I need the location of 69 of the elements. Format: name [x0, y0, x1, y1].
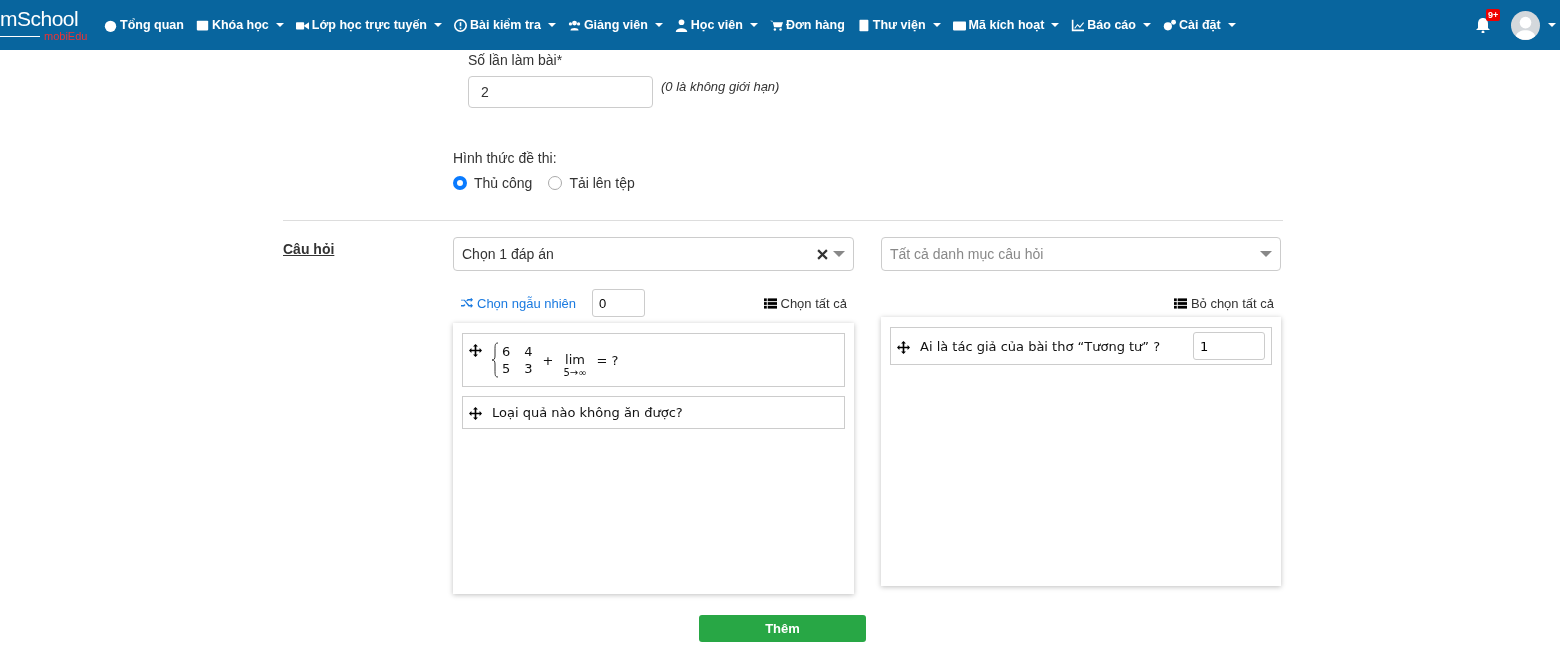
nav-menu-item[interactable]: Tổng quan — [104, 18, 184, 32]
nav-menu-item[interactable]: Cài đặt — [1162, 18, 1236, 32]
bell-icon — [1475, 17, 1491, 33]
caret-icon — [1227, 23, 1236, 27]
users-icon — [567, 18, 581, 32]
clear-icon — [817, 248, 828, 260]
nav-menu-item[interactable]: Mã kích hoạt — [952, 18, 1060, 32]
radio-button[interactable] — [453, 176, 467, 190]
limit-subscript: 5→∞ — [563, 367, 587, 378]
field-label: Hình thức đề thi: — [453, 150, 558, 166]
brace-icon — [492, 342, 499, 378]
nav-menu-item[interactable]: Lớp học trực tuyến — [295, 18, 442, 32]
question-item[interactable]: 6 4 5 3 + lim 5→∞ = ? — [462, 333, 845, 387]
random-select-link[interactable]: Chọn ngẫu nhiên — [461, 295, 577, 311]
user-icon — [674, 18, 688, 32]
add-button[interactable]: Thêm — [699, 615, 866, 642]
hint-text: (0 là không giới hạn) — [661, 78, 780, 94]
nav-menu-item[interactable]: Báo cáo — [1071, 18, 1151, 32]
caret-icon — [275, 23, 284, 27]
input-field[interactable]: 2 — [468, 76, 653, 108]
caret-icon — [749, 23, 758, 27]
radio-label: Thủ công — [474, 175, 533, 191]
limit-text: lim — [565, 352, 585, 367]
matrix-entry: 3 — [524, 361, 533, 376]
nav-menu-item[interactable]: Đơn hàng — [769, 18, 845, 32]
notification-badge: 9+ — [1486, 9, 1501, 21]
input-field[interactable]: 0 — [592, 289, 646, 317]
caret-icon — [1548, 23, 1556, 27]
dropdown-select[interactable]: Chọn 1 đáp án — [453, 237, 854, 271]
deselect-all-button[interactable]: Bỏ chọn tất cả — [1173, 295, 1274, 311]
radio-label: Tải lên tệp — [569, 175, 635, 191]
caret-icon — [833, 251, 845, 257]
caret-icon — [1051, 23, 1060, 27]
line-chart-icon — [1071, 18, 1085, 32]
shuffle-icon — [461, 297, 473, 309]
nav-menu-item[interactable]: Thư viện — [856, 18, 941, 32]
score-field[interactable]: 1 — [1193, 332, 1265, 360]
field-label: Số lần làm bài* — [467, 52, 564, 68]
caret-icon — [1260, 251, 1272, 257]
math-operator: + — [542, 352, 554, 368]
matrix-entry: 5 — [502, 361, 511, 376]
nav-menu-item[interactable]: Bài kiểm tra — [454, 18, 556, 32]
question-text: Loại quả nào không ăn được? — [492, 405, 683, 420]
caret-icon — [654, 23, 663, 27]
question-text: Ai là tác giả của bài thơ “Tương tư” ? — [920, 338, 1162, 354]
cart-icon — [769, 18, 783, 32]
radio-button[interactable] — [548, 176, 563, 190]
caret-icon — [547, 23, 556, 27]
avatar-icon — [1511, 10, 1540, 40]
question-item[interactable]: Loại quả nào không ăn được? — [462, 396, 845, 429]
caret-icon — [932, 23, 941, 27]
nav-menu-item[interactable]: Giảng viên — [567, 18, 663, 32]
move-icon — [469, 407, 482, 420]
question-item[interactable]: Ai là tác giả của bài thơ “Tương tư” ? 1 — [890, 327, 1272, 365]
move-icon — [897, 340, 910, 354]
move-icon — [469, 344, 482, 357]
caret-icon — [434, 23, 442, 27]
nav-menu-item[interactable]: Khóa học — [195, 18, 284, 32]
matrix-entry: 6 — [502, 344, 511, 359]
matrix-entry: 4 — [524, 344, 533, 359]
nav-menu-item[interactable]: Học viên — [674, 18, 758, 32]
math-text: = ? — [596, 352, 619, 368]
logo-subtitle: mobiEdu — [44, 30, 88, 42]
question-circle-icon — [454, 18, 467, 32]
section-label: Câu hỏi — [283, 241, 336, 259]
caret-icon — [1142, 23, 1151, 27]
dropdown-select[interactable]: Tất cả danh mục câu hỏi — [881, 237, 1281, 271]
logo-text: mSchool — [0, 8, 80, 30]
select-all-button[interactable]: Chọn tất cả — [763, 295, 847, 311]
